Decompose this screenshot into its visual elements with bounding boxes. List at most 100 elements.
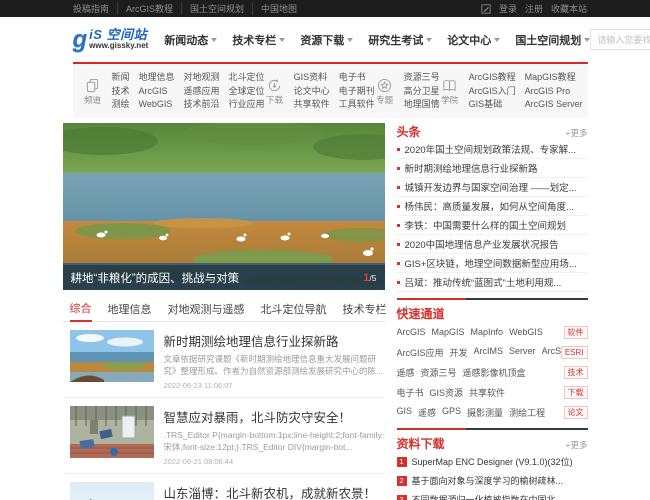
mm-link[interactable]: GIS基础 (469, 98, 516, 112)
quick-badge[interactable]: 论文 (564, 406, 588, 419)
news-title[interactable]: 新时期测绘地理信息行业探新路 (164, 331, 385, 350)
news-title[interactable]: 智慧应对暴雨，北斗防灾守安全！ (164, 407, 385, 426)
special-entry[interactable]: 专题 (375, 78, 395, 106)
headline-item[interactable]: 李铁：中国需要什么样的国土空间规划 (397, 216, 588, 235)
mm-link[interactable]: 遥感应用 (184, 85, 220, 99)
quick-link[interactable]: 测绘工程 (509, 406, 545, 419)
mm-link[interactable]: ArcGIS入门 (469, 85, 516, 99)
carousel-title[interactable]: 耕地“非粮化”的成因、挑战与对策 (71, 270, 240, 286)
tab-comprehensive[interactable]: 综合 (70, 296, 92, 322)
nav-papers[interactable]: 论文中心 (447, 32, 500, 48)
quick-badge[interactable]: 软件 (564, 326, 588, 339)
quick-link[interactable]: WebGIS (509, 327, 543, 337)
mm-link[interactable]: MapGIS教程 (525, 71, 583, 85)
quick-link[interactable]: 开发 (450, 346, 468, 359)
mm-link[interactable]: 电子书 (339, 71, 375, 85)
quick-link[interactable]: MapGIS (432, 327, 465, 337)
mm-link[interactable]: 共享软件 (294, 98, 330, 112)
nav-tech[interactable]: 技术专栏 (232, 32, 285, 48)
mm-link[interactable]: 对地观测 (184, 71, 220, 85)
nav-planning[interactable]: 国土空间规划 (515, 32, 590, 48)
news-thumbnail[interactable] (70, 482, 154, 500)
topbar-link-chinamap[interactable]: 中国地图 (253, 2, 305, 15)
mm-link[interactable]: ArcGIS (139, 85, 175, 99)
downloads-more-link[interactable]: +更多 (566, 439, 588, 451)
academy-entry[interactable]: 学院 (440, 78, 460, 106)
headline-item[interactable]: 2020中国地理信息产业发展状况报告 (397, 235, 588, 254)
quick-link[interactable]: 摄影测量 (467, 406, 503, 419)
mm-link[interactable]: 地理国情 (404, 98, 440, 112)
mm-link[interactable]: 地理信息 (139, 71, 175, 85)
register-link[interactable]: 注册 (525, 2, 543, 15)
mm-link[interactable]: ArcGIS教程 (469, 71, 516, 85)
channel-entry[interactable]: 频道 (83, 78, 103, 106)
headline-item[interactable]: 吕斌：推动传统“蓝图式”土地利用规... (397, 273, 588, 292)
topbar-link-arcgis[interactable]: ArcGIS教程 (118, 2, 182, 15)
mm-link[interactable]: 技术前沿 (184, 98, 220, 112)
mm-link[interactable]: ArcGIS Pro (525, 85, 583, 99)
quick-link[interactable]: 遥感 (418, 406, 436, 419)
download-item[interactable]: 1 SuperMap ENC Designer (V9.1.0)(32位) (397, 452, 588, 471)
quick-link[interactable]: ArcSDE (542, 346, 561, 359)
quick-badge[interactable]: 技术 (564, 366, 588, 379)
headline-item[interactable]: 2020年国土空间规划政策法规、专家解... (397, 140, 588, 159)
mm-link[interactable]: GIS资料 (294, 71, 330, 85)
mm-link[interactable]: 行业应用 (229, 98, 265, 112)
headline-item[interactable]: 新时期测绘地理信息行业探新路 (397, 159, 588, 178)
mm-link[interactable]: 新闻 (112, 71, 130, 85)
news-item[interactable]: 新时期测绘地理信息行业探新路 文章依据研究课题《新时期测绘地理信息重大发展问题研… (63, 322, 385, 398)
tab-gis[interactable]: 地理信息 (108, 296, 152, 321)
download-entry[interactable]: 下载 (265, 78, 285, 106)
hero-carousel[interactable]: 耕地“非粮化”的成因、挑战与对策 1/5 (63, 123, 385, 290)
mm-link[interactable]: 工具软件 (339, 98, 375, 112)
quick-link[interactable]: MapInfo (471, 327, 504, 337)
tab-beidou[interactable]: 北斗定位导航 (261, 296, 327, 321)
nav-download[interactable]: 资源下载 (300, 32, 353, 48)
quick-badge[interactable]: ESRI (561, 346, 588, 359)
mm-link[interactable]: 技术 (112, 85, 130, 99)
mm-link[interactable]: 北斗定位 (229, 71, 265, 85)
topbar-link-guide[interactable]: 投稿指南 (63, 2, 118, 15)
mm-link[interactable]: WebGIS (139, 98, 175, 112)
mm-link[interactable]: 论文中心 (294, 85, 330, 99)
mm-link[interactable]: 电子期刊 (339, 85, 375, 99)
topbar-link-planning[interactable]: 国土空间规划 (182, 2, 253, 15)
download-item[interactable]: 3 不同数据源归一化植被指数在中国北... (397, 490, 588, 500)
quick-link[interactable]: 共享软件 (469, 386, 505, 399)
quick-badge[interactable]: 下载 (564, 386, 588, 399)
mm-link[interactable]: 高分卫星 (404, 85, 440, 99)
quick-link[interactable]: GIS资源 (430, 386, 464, 399)
news-item[interactable]: 智慧应对暴雨，北斗防灾守安全！ .TRS_Editor P{margin-bot… (63, 398, 385, 474)
news-thumbnail[interactable] (70, 406, 154, 458)
quick-link[interactable]: 遥感影像机顶盒 (463, 366, 526, 379)
headline-item[interactable]: GIS+区块链，地理空间数据新型应用场... (397, 254, 588, 273)
quick-link[interactable]: GPS (442, 406, 461, 419)
download-item[interactable]: 2 基于面向对象与深度学习的榆树疏林... (397, 471, 588, 490)
headline-item[interactable]: 城镇开发边界与国家空间治理 ——划定... (397, 178, 588, 197)
headline-item[interactable]: 杨伟民：高质量发展，如何从空间角度... (397, 197, 588, 216)
quick-link[interactable]: 遥感 (397, 366, 415, 379)
favorite-link[interactable]: 收藏本站 (551, 2, 587, 15)
quick-link[interactable]: 电子书 (397, 386, 424, 399)
headlines-more-link[interactable]: +更多 (566, 127, 588, 139)
news-title[interactable]: 山东淄博：北斗新农机，成就新农景！ (164, 483, 385, 500)
tab-tech-column[interactable]: 技术专栏 (343, 296, 387, 321)
mm-link[interactable]: 资源三号 (404, 71, 440, 85)
news-item[interactable]: 山东淄博：北斗新农机，成就新农景！ .TRS_Editor P{margin-b… (63, 474, 385, 500)
quick-link[interactable]: ArcGIS (397, 327, 426, 337)
mm-link[interactable]: 测绘 (112, 98, 130, 112)
mm-link[interactable]: 全球定位 (229, 85, 265, 99)
nav-exam[interactable]: 研究生考试 (368, 32, 432, 48)
site-logo[interactable]: g iS 空间站 www.gissky.net (73, 28, 149, 52)
tab-remote-sensing[interactable]: 对地观测与遥感 (168, 296, 245, 321)
quick-link[interactable]: Server (509, 346, 536, 359)
quick-link[interactable]: ArcGIS应用 (397, 346, 444, 359)
nav-news[interactable]: 新闻动态 (164, 32, 217, 48)
quick-link[interactable]: GIS (397, 406, 413, 419)
quick-link[interactable]: ArcIMS (474, 346, 504, 359)
mm-link[interactable]: ArcGIS Server (525, 98, 583, 112)
search-input[interactable] (590, 29, 650, 50)
login-link[interactable]: 登录 (499, 2, 517, 15)
news-thumbnail[interactable] (70, 330, 154, 382)
quick-link[interactable]: 资源三号 (421, 366, 457, 379)
